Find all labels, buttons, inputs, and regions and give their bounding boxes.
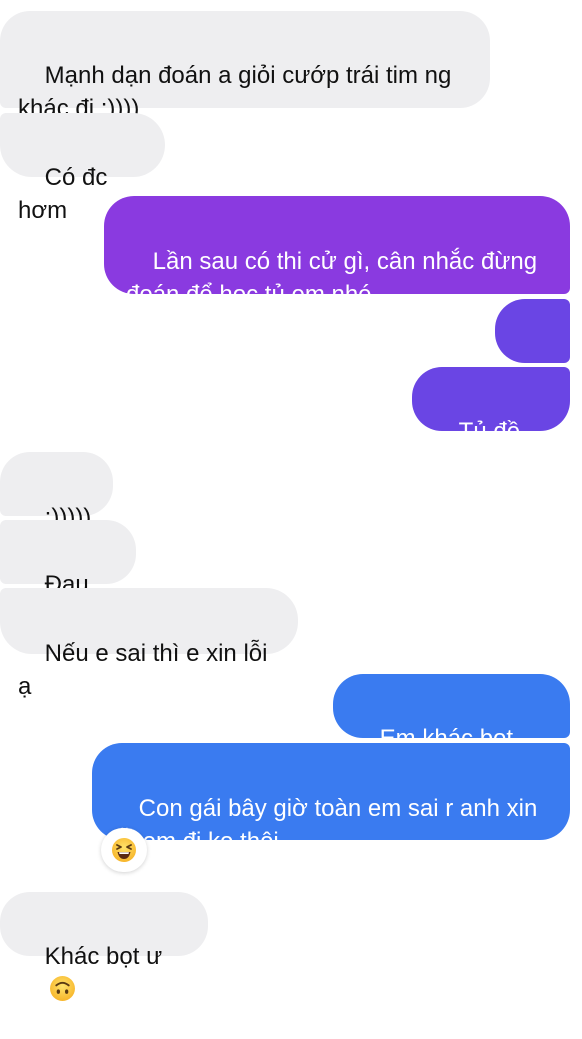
message-text: Có đc hơm	[18, 164, 115, 224]
chat-thread: Mạnh dạn đoán a giỏi cướp trái tim ng kh…	[0, 0, 582, 1001]
message-bubble-incoming[interactable]: :))))) ơ	[0, 452, 113, 564]
message-bubble-outgoing[interactable]: Con gái bây giờ toàn em sai r anh xin lỗ…	[92, 743, 570, 855]
message-bubble-incoming[interactable]: Nếu e sai thì e xin lỗi ạ	[0, 588, 298, 700]
message-bubble-outgoing[interactable]: Đề	[495, 299, 570, 410]
laughing-squint-face-emoji	[112, 838, 136, 862]
upside-down-face-emoji	[49, 975, 75, 1001]
message-bubble-incoming[interactable]: Có đc hơm	[0, 113, 165, 224]
message-bubble-incoming[interactable]: Khác bọt ư	[0, 892, 208, 1001]
message-bubble-outgoing[interactable]: Lần sau có thi cử gì, cân nhắc đừng đoán…	[104, 196, 570, 308]
message-text: Con gái bây giờ toàn em sai r anh xin lỗ…	[112, 795, 538, 855]
message-bubble-incoming[interactable]: Đau thía	[0, 520, 136, 631]
message-reaction[interactable]	[101, 828, 147, 872]
message-text: Nếu e sai thì e xin lỗi ạ	[18, 640, 275, 700]
message-bubble-outgoing[interactable]: Tủ đề đấy	[412, 367, 570, 478]
message-bubble-outgoing[interactable]: Em khác bọt đấy	[333, 674, 570, 785]
message-text: Lần sau có thi cử gì, cân nhắc đừng đoán…	[126, 248, 538, 308]
message-text: Tủ đề đấy	[432, 418, 527, 478]
message-text: Khác bọt ư	[44, 943, 163, 970]
message-bubble-incoming[interactable]: Mạnh dạn đoán a giỏi cướp trái tim ng kh…	[0, 11, 490, 122]
